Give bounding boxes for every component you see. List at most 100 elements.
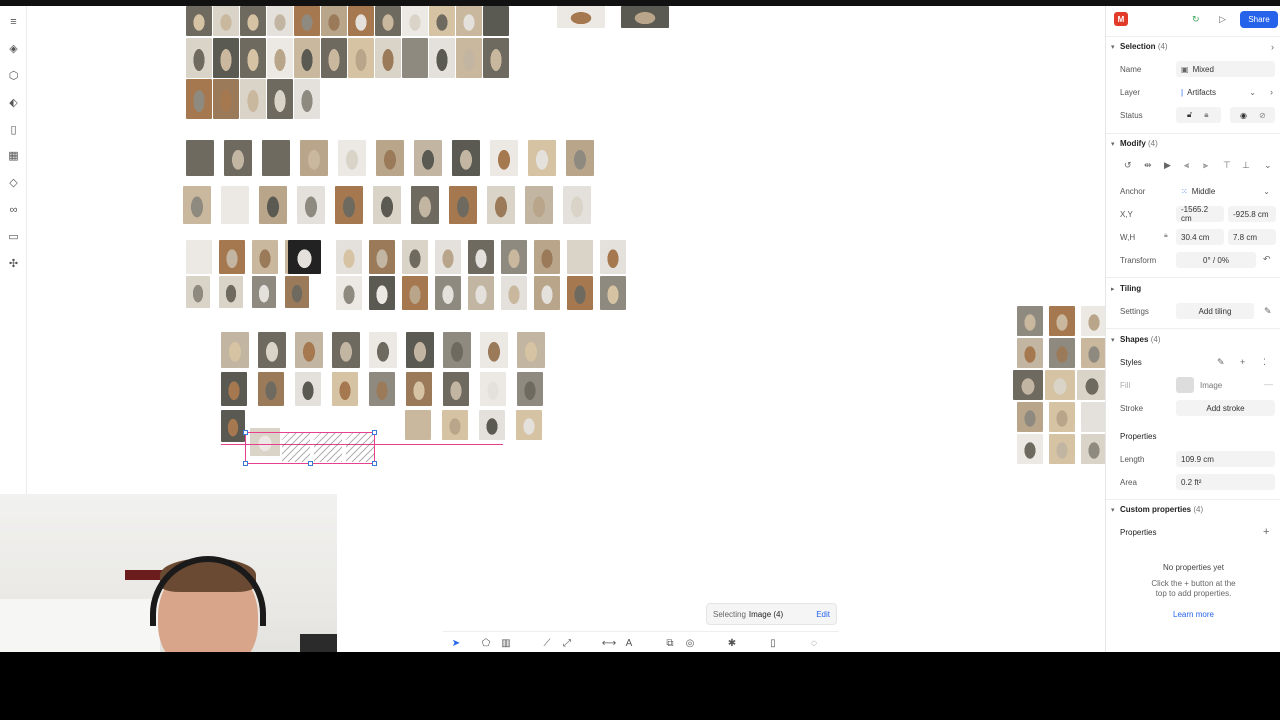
canvas-image-thumbnail[interactable] (258, 332, 286, 368)
canvas-image-thumbnail[interactable] (240, 38, 266, 78)
canvas-image-thumbnail[interactable] (375, 38, 401, 78)
canvas-image-thumbnail[interactable] (252, 276, 276, 308)
learn-more-link[interactable]: Learn more (1106, 609, 1280, 620)
canvas-image-thumbnail[interactable] (369, 332, 397, 368)
canvas-image-thumbnail[interactable] (348, 38, 374, 78)
canvas-image-thumbnail[interactable] (294, 79, 320, 119)
pointer-icon[interactable]: ➤ (449, 636, 463, 650)
canvas-image-thumbnail[interactable] (563, 186, 591, 224)
eye-icon[interactable]: ◉ (1240, 111, 1247, 120)
boolean-icon[interactable]: ◎ (683, 636, 697, 650)
link-icon[interactable]: ∞ (6, 202, 21, 217)
add-tiling-button[interactable]: Add tiling (1176, 303, 1254, 319)
canvas-image-thumbnail[interactable] (186, 38, 212, 78)
canvas-image-thumbnail[interactable] (240, 79, 266, 119)
canvas-image-thumbnail[interactable] (221, 186, 249, 224)
canvas-image-thumbnail[interactable] (452, 140, 480, 176)
rotate-icon[interactable]: ↺ (1124, 160, 1132, 171)
canvas-image-thumbnail[interactable] (186, 79, 212, 119)
canvas-image-thumbnail[interactable] (1045, 370, 1075, 400)
canvas-image-thumbnail[interactable] (402, 6, 428, 36)
canvas-image-thumbnail[interactable] (402, 240, 428, 274)
align-top-icon[interactable]: ⊤ (1223, 160, 1231, 171)
canvas-image-thumbnail[interactable] (336, 276, 362, 310)
canvas-image-thumbnail[interactable] (186, 6, 212, 36)
canvas-image-thumbnail[interactable] (348, 6, 374, 36)
lock-icon[interactable]: 🔒︎ (1204, 110, 1208, 120)
resize-handle[interactable] (243, 461, 248, 466)
canvas-image-thumbnail[interactable] (186, 276, 210, 308)
canvas-image-thumbnail[interactable] (517, 372, 543, 406)
fill-swatch[interactable] (1176, 377, 1194, 393)
canvas-image-thumbnail[interactable] (1017, 402, 1043, 432)
canvas-image-thumbnail[interactable] (183, 186, 211, 224)
canvas-image-thumbnail[interactable] (262, 140, 290, 176)
canvas-image-thumbnail[interactable] (534, 276, 560, 310)
height-input[interactable]: 7.8 cm (1228, 229, 1276, 245)
canvas-image-thumbnail[interactable] (429, 6, 455, 36)
flip-vertical-icon[interactable]: ▶ (1164, 160, 1171, 171)
resize-handle[interactable] (372, 461, 377, 466)
canvas-image-thumbnail[interactable] (1049, 338, 1075, 368)
canvas-image-thumbnail[interactable] (557, 6, 605, 28)
canvas-image-thumbnail[interactable] (449, 186, 477, 224)
canvas-image-thumbnail[interactable] (483, 6, 509, 36)
x-input[interactable]: -1565.2 cm (1176, 205, 1224, 223)
style-grid-icon[interactable]: ⁚ (1263, 357, 1266, 368)
chevron-down-icon[interactable]: ▸ (1111, 285, 1115, 293)
canvas-image-thumbnail[interactable] (295, 372, 321, 406)
canvas-image-thumbnail[interactable] (1013, 370, 1043, 400)
canvas-image-thumbnail[interactable] (221, 410, 245, 442)
canvas-image-thumbnail[interactable] (528, 140, 556, 176)
canvas-image-thumbnail[interactable] (332, 332, 360, 368)
canvas-image-thumbnail[interactable] (1017, 434, 1043, 464)
chevron-down-icon[interactable]: ⌄ (1264, 160, 1272, 171)
canvas-image-thumbnail[interactable] (336, 240, 362, 274)
canvas-image-thumbnail[interactable] (219, 276, 243, 308)
edit-button[interactable]: Edit (816, 610, 830, 619)
canvas-image-thumbnail[interactable] (1049, 306, 1075, 336)
canvas-image-thumbnail[interactable] (490, 140, 518, 176)
chevron-down-icon[interactable]: ▾ (1111, 43, 1115, 51)
canvas-image-thumbnail[interactable] (501, 276, 527, 310)
canvas-image-thumbnail[interactable] (267, 6, 293, 36)
canvas-image-thumbnail[interactable] (435, 240, 461, 274)
canvas-image-thumbnail[interactable] (411, 186, 439, 224)
canvas-image-thumbnail[interactable] (221, 332, 249, 368)
pen-icon[interactable]: ⟋ (540, 636, 554, 650)
canvas-image-thumbnail[interactable] (213, 38, 239, 78)
canvas-image-thumbnail[interactable] (567, 240, 593, 274)
pages-icon[interactable]: ▯ (6, 122, 21, 137)
canvas-image-thumbnail[interactable] (221, 372, 247, 406)
canvas-image-thumbnail[interactable] (213, 79, 239, 119)
transform-field[interactable]: 0° / 0% (1176, 252, 1256, 268)
canvas-image-thumbnail[interactable] (456, 6, 482, 36)
width-input[interactable]: 30.4 cm (1176, 229, 1224, 245)
canvas-image-thumbnail[interactable] (321, 6, 347, 36)
canvas-image-thumbnail[interactable] (1081, 402, 1105, 432)
align-left-icon[interactable]: ⫷ (1184, 160, 1189, 171)
canvas-image-thumbnail[interactable] (369, 276, 395, 310)
canvas-image-thumbnail[interactable] (1077, 370, 1105, 400)
chevron-down-icon[interactable]: ▾ (1111, 140, 1115, 148)
chevron-right-icon[interactable]: › (1271, 42, 1274, 52)
canvas-image-thumbnail[interactable] (252, 240, 278, 274)
history-icon[interactable]: ↻ (1192, 14, 1200, 25)
line-icon[interactable]: ⤢ (560, 636, 574, 650)
canvas-image-thumbnail[interactable] (240, 6, 266, 36)
canvas-image-thumbnail[interactable] (600, 240, 626, 274)
custom-properties-title[interactable]: Custom properties (4) (1120, 505, 1203, 514)
canvas-image-thumbnail[interactable] (517, 332, 545, 368)
add-stroke-button[interactable]: Add stroke (1176, 400, 1275, 416)
canvas-image-thumbnail[interactable] (621, 6, 669, 28)
canvas-image-thumbnail[interactable] (483, 38, 509, 78)
canvas-image-thumbnail[interactable] (259, 186, 287, 224)
canvas-image-thumbnail[interactable] (376, 140, 404, 176)
canvas-image-thumbnail[interactable] (321, 38, 347, 78)
copy-icon[interactable]: ⧉ (663, 636, 677, 650)
plugin-icon[interactable]: ✣ (6, 256, 21, 271)
canvas-image-thumbnail[interactable] (402, 38, 428, 78)
canvas-image-thumbnail[interactable] (369, 372, 395, 406)
paint-icon[interactable]: ⬖ (6, 95, 21, 110)
fill-value[interactable]: Image (1200, 381, 1222, 390)
